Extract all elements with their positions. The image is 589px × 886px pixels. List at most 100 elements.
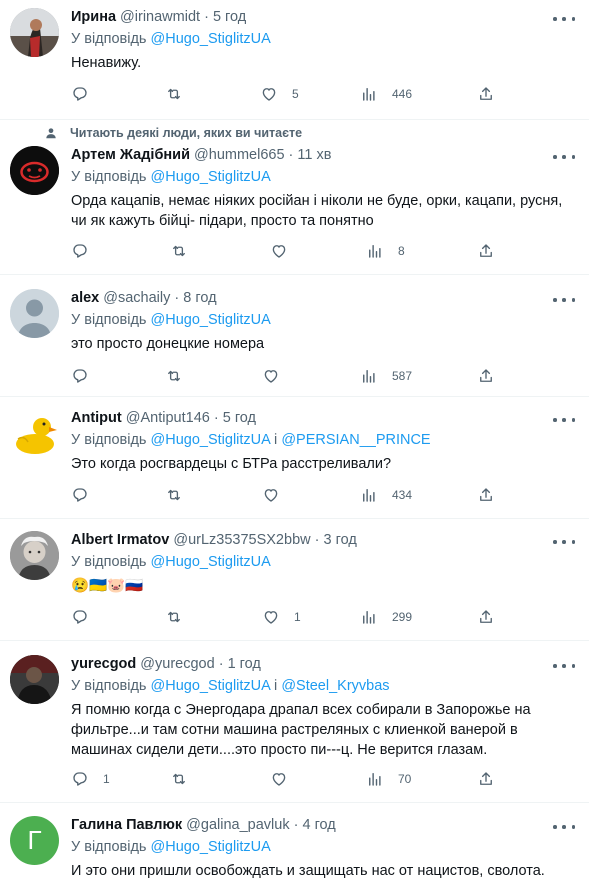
views-button[interactable]: 299 <box>360 607 412 627</box>
avatar[interactable] <box>10 531 59 580</box>
mention-link[interactable]: @Hugo_StiglitzUA <box>151 432 271 448</box>
avatar[interactable] <box>10 655 59 704</box>
reply-button[interactable] <box>71 485 103 505</box>
reply-button[interactable] <box>71 84 103 104</box>
tweet[interactable]: Читають деякі люди, яких ви читаєте Арте… <box>0 120 589 275</box>
more-options-button[interactable] <box>553 535 575 549</box>
default-avatar-icon <box>10 289 59 338</box>
mention-link[interactable]: @PERSIAN__PRINCE <box>281 432 430 448</box>
tweet[interactable]: yurecgod @yurecgod · 1 год У відповідь @… <box>0 641 589 803</box>
mention-link[interactable]: @Hugo_StiglitzUA <box>151 31 271 47</box>
tweet-actions: 8 <box>71 241 501 261</box>
retweet-button[interactable] <box>165 366 197 386</box>
share-button[interactable] <box>477 607 495 627</box>
retweet-button[interactable] <box>170 769 202 789</box>
mention-link[interactable]: @Hugo_StiglitzUA <box>151 839 271 855</box>
mention-link[interactable]: @Steel_Kryvbas <box>281 678 389 694</box>
retweet-button[interactable] <box>165 607 197 627</box>
more-options-button[interactable] <box>553 150 575 164</box>
views-button[interactable]: 70 <box>366 769 411 789</box>
timestamp[interactable]: 1 год <box>228 656 261 672</box>
like-button[interactable]: 5 <box>260 84 299 104</box>
author-name[interactable]: Артем Жадібний <box>71 147 190 163</box>
views-button[interactable]: 446 <box>360 84 412 104</box>
avatar[interactable] <box>10 409 59 458</box>
author-name[interactable]: Albert Irmatov <box>71 532 169 548</box>
view-count: 434 <box>392 488 413 502</box>
views-button[interactable]: 587 <box>360 366 412 386</box>
share-button[interactable] <box>477 241 495 261</box>
separator: · <box>293 817 299 833</box>
author-name[interactable]: Antiput <box>71 410 122 426</box>
timestamp[interactable]: 3 год <box>324 532 357 548</box>
author-handle[interactable]: @yurecgod <box>140 656 214 672</box>
avatar[interactable]: Г <box>10 816 59 865</box>
tweet[interactable]: Antiput @Antiput146 · 5 год У відповідь … <box>0 397 589 519</box>
more-options-button[interactable] <box>553 12 575 26</box>
avatar[interactable] <box>10 146 59 195</box>
more-options-button[interactable] <box>553 820 575 834</box>
tweet[interactable]: Ирина @irinawmidt · 5 год У відповідь @H… <box>0 0 589 120</box>
share-button[interactable] <box>477 485 495 505</box>
author-name[interactable]: alex <box>71 290 99 306</box>
reply-button[interactable] <box>71 607 103 627</box>
author-name[interactable]: Галина Павлюк <box>71 817 182 833</box>
reply-button[interactable] <box>71 241 103 261</box>
timestamp[interactable]: 5 год <box>223 410 256 426</box>
share-button[interactable] <box>477 84 495 104</box>
like-button[interactable]: 1 <box>262 607 301 627</box>
social-context: Читають деякі люди, яких ви читаєте <box>44 126 302 140</box>
reply-prefix: У відповідь <box>71 432 147 448</box>
like-button[interactable] <box>270 241 302 261</box>
avatar[interactable] <box>10 8 59 57</box>
like-button[interactable] <box>262 366 294 386</box>
share-button[interactable] <box>477 769 495 789</box>
more-options-button[interactable] <box>553 293 575 307</box>
mention-link[interactable]: @Hugo_StiglitzUA <box>151 312 271 328</box>
share-button[interactable] <box>477 366 495 386</box>
separator: · <box>213 410 219 426</box>
tweet[interactable]: alex @sachaily · 8 год У відповідь @Hugo… <box>0 275 589 397</box>
views-chart-icon <box>366 242 384 260</box>
author-handle[interactable]: @sachaily <box>103 290 170 306</box>
like-button[interactable] <box>270 769 302 789</box>
reply-button[interactable] <box>71 366 103 386</box>
author-name[interactable]: yurecgod <box>71 656 136 672</box>
author-handle[interactable]: @urLz35375SX2bbw <box>173 532 310 548</box>
like-button[interactable] <box>262 485 294 505</box>
timestamp[interactable]: 5 год <box>213 9 246 25</box>
separator: · <box>204 9 209 25</box>
more-options-button[interactable] <box>553 413 575 427</box>
author-handle[interactable]: @galina_pavluk <box>186 817 289 833</box>
author-handle[interactable]: @Antiput146 <box>126 410 210 426</box>
views-button[interactable]: 434 <box>360 485 412 505</box>
timestamp[interactable]: 8 год <box>183 290 216 306</box>
view-count: 70 <box>398 772 412 786</box>
retweet-button[interactable] <box>170 241 202 261</box>
mention-link[interactable]: @Hugo_StiglitzUA <box>151 169 271 185</box>
author-name[interactable]: Ирина <box>71 9 116 25</box>
social-context-text: Читають деякі люди, яких ви читаєте <box>70 126 303 140</box>
like-count: 5 <box>292 87 299 101</box>
tweet[interactable]: Г Галина Павлюк @galina_pavluk · 4 год У… <box>0 803 589 886</box>
reply-count: 1 <box>103 772 110 786</box>
author-handle[interactable]: @hummel665 <box>194 147 284 163</box>
view-count: 446 <box>392 87 413 101</box>
retweet-button[interactable] <box>165 84 197 104</box>
avatar[interactable] <box>10 289 59 338</box>
tweet-text: Я помню когда с Энергодара драпал всех с… <box>71 702 531 758</box>
reply-icon <box>71 242 89 260</box>
timestamp[interactable]: 11 хв <box>297 147 331 163</box>
author-handle[interactable]: @irinawmidt <box>120 9 200 25</box>
retweet-icon <box>170 242 188 260</box>
more-options-button[interactable] <box>553 659 575 673</box>
reply-button[interactable]: 1 <box>71 769 110 789</box>
mention-link[interactable]: @Hugo_StiglitzUA <box>151 554 271 570</box>
share-icon <box>477 770 495 788</box>
timestamp[interactable]: 4 год <box>302 817 335 833</box>
tweet-text: Ненавижу. <box>71 55 142 71</box>
tweet[interactable]: Albert Irmatov @urLz35375SX2bbw · 3 год … <box>0 519 589 641</box>
retweet-button[interactable] <box>165 485 197 505</box>
views-button[interactable]: 8 <box>366 241 405 261</box>
mention-link[interactable]: @Hugo_StiglitzUA <box>151 678 271 694</box>
